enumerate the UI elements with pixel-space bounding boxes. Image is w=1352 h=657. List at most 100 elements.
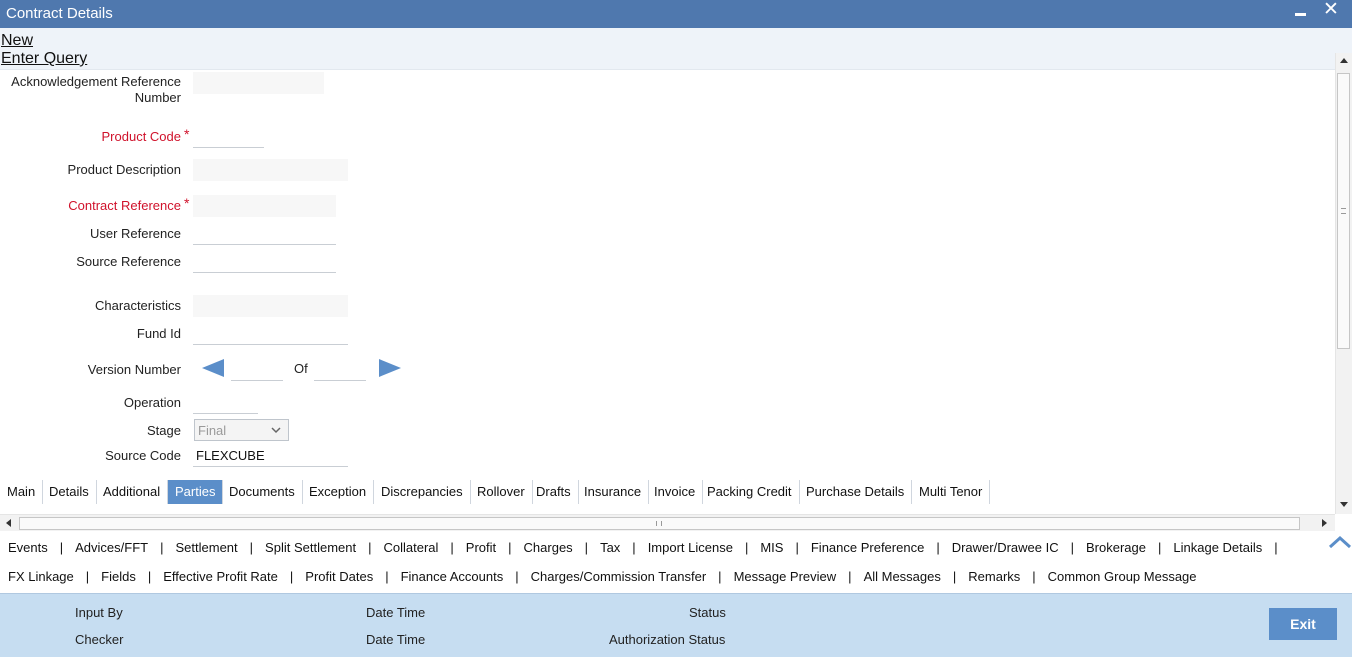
link-tax[interactable]: Tax <box>600 540 620 555</box>
next-version-icon[interactable] <box>377 357 403 379</box>
previous-version-icon[interactable] <box>200 357 226 379</box>
status-label: Status <box>689 605 726 620</box>
scroll-right-icon[interactable] <box>1322 519 1327 527</box>
subsystem-links: Events | Advices/FFT | Settlement | Split Sett… <box>0 531 1352 593</box>
link-drawer-drawee-ic[interactable]: Drawer/Drawee IC <box>952 540 1059 555</box>
source-code-field[interactable]: FLEXCUBE <box>193 445 348 467</box>
tab-invoice[interactable]: Invoice <box>647 480 704 504</box>
link-advices-fft[interactable]: Advices/FFT <box>75 540 148 555</box>
link-charges[interactable]: Charges <box>524 540 573 555</box>
required-marker: * <box>184 126 190 142</box>
exit-button[interactable]: Exit <box>1269 608 1337 640</box>
link-separator: | <box>508 540 512 555</box>
link-separator: | <box>795 540 799 555</box>
link-common-group-message[interactable]: Common Group Message <box>1048 569 1197 584</box>
tab-documents[interactable]: Documents <box>222 480 303 504</box>
tab-rollover[interactable]: Rollover <box>470 480 533 504</box>
link-separator: | <box>1158 540 1162 555</box>
link-profit[interactable]: Profit <box>466 540 496 555</box>
date-time-label: Date Time <box>366 605 426 620</box>
tab-additional[interactable]: Additional <box>96 480 169 504</box>
characteristics-field[interactable] <box>193 295 348 317</box>
collapse-chevron-up-icon[interactable] <box>1328 534 1352 550</box>
contract-reference-label: Contract Reference <box>68 198 181 213</box>
tab-parties[interactable]: Parties <box>168 480 224 504</box>
tab-multi-tenor[interactable]: Multi Tenor <box>912 480 991 504</box>
link-profit-dates[interactable]: Profit Dates <box>305 569 373 584</box>
tab-drafts[interactable]: Drafts <box>529 480 579 504</box>
tab-details[interactable]: Details <box>42 480 97 504</box>
tab-discrepancies[interactable]: Discrepancies <box>374 480 471 504</box>
close-icon[interactable]: ✕ <box>1323 0 1339 20</box>
link-separator: | <box>952 569 957 584</box>
link-separator: | <box>718 569 722 584</box>
required-marker: * <box>184 195 190 211</box>
scroll-up-icon[interactable] <box>1340 58 1348 63</box>
tab-purchase-details[interactable]: Purchase Details <box>799 480 913 504</box>
link-separator: | <box>385 569 389 584</box>
audit-footer: Input By Checker Date Time Date Time Sta… <box>0 593 1352 657</box>
link-charges-commission-transfer[interactable]: Charges/Commission Transfer <box>531 569 707 584</box>
link-fx-linkage[interactable]: FX Linkage <box>8 569 74 584</box>
user-reference-label: User Reference <box>89 226 181 241</box>
contract-form: Acknowledgement Reference Number Product… <box>0 70 1335 508</box>
new-link[interactable]: New <box>1 32 33 50</box>
tab-insurance[interactable]: Insurance <box>577 480 650 504</box>
link-separator: | <box>249 540 254 555</box>
link-all-messages[interactable]: All Messages <box>864 569 941 584</box>
link-linkage-details[interactable]: Linkage Details <box>1173 540 1262 555</box>
chevron-down-icon <box>271 427 281 434</box>
user-reference-field[interactable] <box>193 223 336 245</box>
stage-selected-value: Final <box>198 423 227 438</box>
contract-reference-field[interactable] <box>193 195 336 217</box>
link-finance-accounts[interactable]: Finance Accounts <box>401 569 504 584</box>
scroll-down-icon[interactable] <box>1340 502 1348 507</box>
link-separator: | <box>1032 569 1036 584</box>
ack-ref-label-line2: Number <box>134 90 181 105</box>
link-mis[interactable]: MIS <box>760 540 783 555</box>
link-effective-profit-rate[interactable]: Effective Profit Rate <box>163 569 278 584</box>
link-separator: | <box>85 569 90 584</box>
source-reference-label: Source Reference <box>76 254 181 269</box>
window-titlebar: Contract Details ✕ <box>0 0 1352 28</box>
link-separator: | <box>59 540 64 555</box>
product-code-field[interactable] <box>193 126 264 148</box>
link-split-settlement[interactable]: Split Settlement <box>265 540 356 555</box>
source-reference-field[interactable] <box>193 251 336 273</box>
enter-query-link[interactable]: Enter Query <box>1 50 87 68</box>
horizontal-scrollbar[interactable] <box>0 514 1335 531</box>
link-separator: | <box>147 569 152 584</box>
input-by-label: Input By <box>75 605 123 620</box>
operation-field[interactable] <box>193 392 258 414</box>
link-events[interactable]: Events <box>8 540 48 555</box>
link-separator: | <box>515 569 519 584</box>
tab-main[interactable]: Main <box>0 480 44 504</box>
link-settlement[interactable]: Settlement <box>176 540 238 555</box>
tab-packing-credit[interactable]: Packing Credit <box>700 480 800 504</box>
product-description-field[interactable] <box>193 159 348 181</box>
link-separator: | <box>1070 540 1075 555</box>
link-separator: | <box>584 540 589 555</box>
link-brokerage[interactable]: Brokerage <box>1086 540 1146 555</box>
version-total-field[interactable] <box>314 359 366 381</box>
scroll-left-icon[interactable] <box>6 519 11 527</box>
tab-exception[interactable]: Exception <box>302 480 375 504</box>
fund-id-field[interactable] <box>193 323 348 345</box>
link-fields[interactable]: Fields <box>101 569 136 584</box>
vertical-scrollbar[interactable] <box>1335 53 1352 514</box>
characteristics-label: Characteristics <box>95 298 181 313</box>
link-finance-preference[interactable]: Finance Preference <box>811 540 924 555</box>
version-number-field[interactable] <box>231 359 283 381</box>
link-collateral[interactable]: Collateral <box>383 540 438 555</box>
product-description-label: Product Description <box>67 162 181 177</box>
link-import-license[interactable]: Import License <box>648 540 733 555</box>
checker-label: Checker <box>75 632 124 647</box>
stage-label: Stage <box>147 423 181 438</box>
vertical-scroll-thumb[interactable] <box>1337 73 1350 349</box>
link-message-preview[interactable]: Message Preview <box>734 569 837 584</box>
ack-ref-field[interactable] <box>193 72 324 94</box>
minimize-icon[interactable] <box>1295 13 1306 16</box>
horizontal-scroll-thumb[interactable] <box>19 517 1300 530</box>
link-remarks[interactable]: Remarks <box>968 569 1020 584</box>
stage-select[interactable]: Final <box>194 419 289 441</box>
